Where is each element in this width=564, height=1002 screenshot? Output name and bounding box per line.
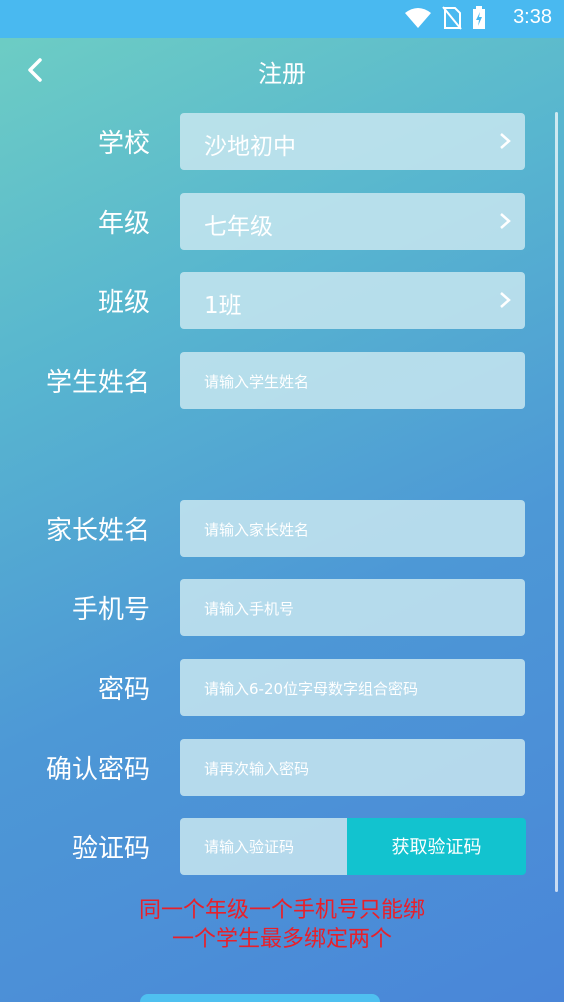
phone-row: 手机号 请输入手机号 — [0, 579, 564, 636]
confirm-password-placeholder: 请再次输入密码 — [204, 760, 310, 778]
get-code-button[interactable]: 获取验证码 — [347, 818, 526, 875]
phone-input[interactable]: 请输入手机号 — [180, 579, 525, 636]
school-select[interactable]: 沙地初中 — [180, 113, 525, 170]
class-label: 班级 — [97, 288, 150, 318]
school-value: 沙地初中 — [204, 134, 296, 160]
parent-name-row: 家长姓名 请输入家长姓名 — [0, 500, 564, 557]
password-label: 密码 — [97, 675, 150, 705]
wifi-icon — [405, 8, 431, 28]
no-sim-icon — [442, 6, 462, 30]
password-input[interactable]: 请输入6-20位字母数字组合密码 — [180, 659, 525, 716]
school-label: 学校 — [97, 129, 150, 159]
verify-code-row: 验证码 请输入验证码 获取验证码 — [0, 818, 564, 875]
student-name-input[interactable]: 请输入学生姓名 — [180, 352, 525, 409]
confirm-password-label: 确认密码 — [45, 755, 150, 785]
status-time: 3:38 — [513, 6, 552, 28]
binding-hint: 同一个年级一个手机号只能绑 一个学生最多绑定两个 — [0, 896, 564, 954]
status-bar: 3:38 — [0, 0, 564, 38]
class-row: 班级 1班 — [0, 272, 564, 329]
chevron-right-icon — [500, 292, 511, 308]
battery-charging-icon — [473, 6, 485, 29]
grade-label: 年级 — [97, 209, 150, 239]
chevron-right-icon — [500, 213, 511, 229]
verify-code-label: 验证码 — [71, 834, 150, 864]
phone-placeholder: 请输入手机号 — [204, 600, 295, 618]
phone-label: 手机号 — [71, 595, 150, 625]
status-icons — [404, 6, 486, 30]
student-name-placeholder: 请输入学生姓名 — [204, 373, 310, 391]
nav-bar: 注册 — [0, 38, 564, 102]
page-title: 注册 — [258, 60, 306, 88]
hint-line-2: 一个学生最多绑定两个 — [171, 927, 392, 952]
password-row: 密码 请输入6-20位字母数字组合密码 — [0, 659, 564, 716]
confirm-password-input[interactable]: 请再次输入密码 — [180, 739, 525, 796]
password-placeholder: 请输入6-20位字母数字组合密码 — [204, 680, 419, 698]
parent-name-label: 家长姓名 — [45, 516, 150, 546]
grade-select[interactable]: 七年级 — [180, 193, 525, 250]
class-select[interactable]: 1班 — [180, 272, 525, 329]
verify-code-input[interactable]: 请输入验证码 — [180, 818, 348, 875]
submit-button-edge[interactable] — [140, 994, 380, 1002]
student-name-label: 学生姓名 — [45, 368, 150, 398]
chevron-right-icon — [500, 133, 511, 149]
school-row: 学校 沙地初中 — [0, 113, 564, 170]
parent-name-placeholder: 请输入家长姓名 — [204, 521, 310, 539]
hint-line-1: 同一个年级一个手机号只能绑 — [138, 898, 425, 923]
confirm-password-row: 确认密码 请再次输入密码 — [0, 739, 564, 796]
verify-code-placeholder: 请输入验证码 — [204, 838, 295, 856]
grade-row: 年级 七年级 — [0, 193, 564, 250]
student-name-row: 学生姓名 请输入学生姓名 — [0, 352, 564, 409]
parent-name-input[interactable]: 请输入家长姓名 — [180, 500, 525, 557]
grade-value: 七年级 — [204, 214, 273, 240]
class-value: 1班 — [204, 293, 242, 319]
